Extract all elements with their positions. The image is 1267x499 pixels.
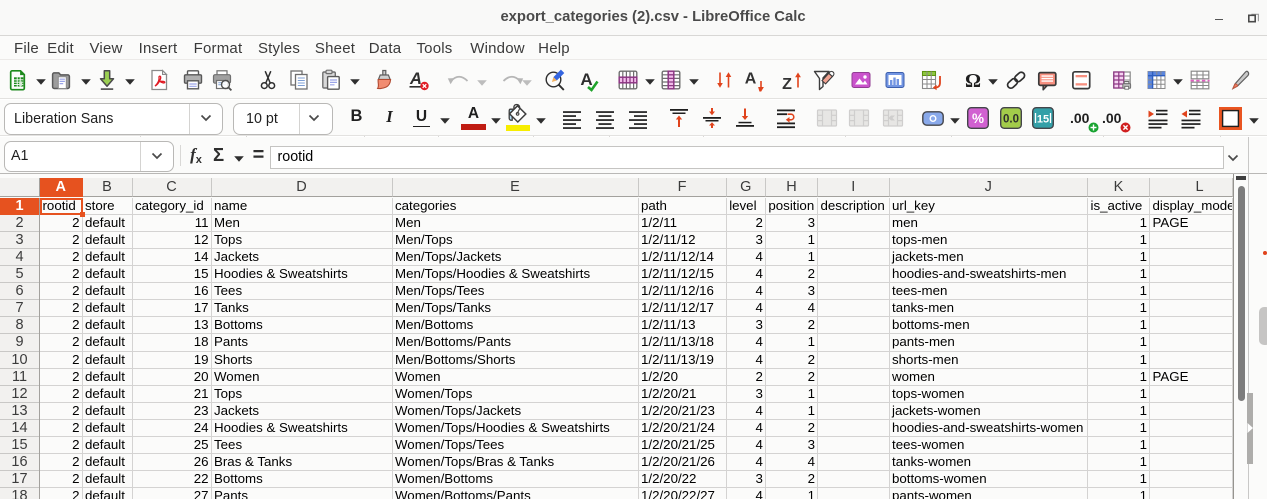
svg-text:Ω: Ω [965, 70, 981, 92]
svg-text:%: % [972, 111, 984, 126]
svg-text:A: A [745, 70, 757, 87]
svg-text:15: 15 [1037, 114, 1049, 126]
svg-text:0.0: 0.0 [1003, 114, 1019, 126]
svg-text:A: A [580, 70, 592, 89]
svg-text:Z: Z [782, 76, 792, 92]
svg-text:A: A [409, 70, 422, 88]
